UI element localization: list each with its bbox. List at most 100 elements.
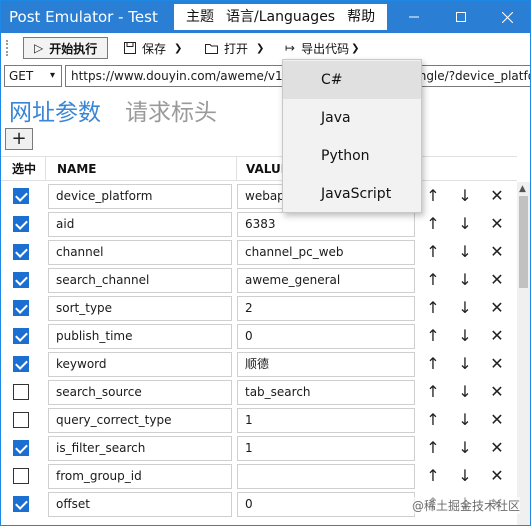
param-name-field[interactable]: offset [48, 492, 232, 517]
delete-row-button[interactable]: ✕ [486, 380, 508, 404]
row-checkbox[interactable] [13, 188, 29, 204]
table-row: keyword 顺德 ↑ ↓ ✕ [1, 350, 517, 378]
param-value-field[interactable] [237, 464, 415, 489]
row-checkbox[interactable] [13, 328, 29, 344]
delete-row-button[interactable]: ✕ [486, 352, 508, 376]
run-button[interactable]: ▷ 开始执行 [23, 37, 109, 59]
row-checkbox[interactable] [13, 496, 29, 512]
add-param-button[interactable]: + [5, 128, 33, 150]
row-checkbox[interactable] [13, 384, 29, 400]
delete-row-button[interactable]: ✕ [486, 268, 508, 292]
move-down-button[interactable]: ↓ [454, 352, 476, 376]
maximize-button[interactable] [438, 1, 484, 33]
row-checkbox[interactable] [13, 468, 29, 484]
move-down-button[interactable]: ↓ [454, 240, 476, 264]
move-up-button[interactable]: ↑ [422, 296, 444, 320]
param-name-field[interactable]: aid [48, 212, 232, 237]
param-name-field[interactable]: sort_type [48, 296, 232, 321]
row-checkbox[interactable] [13, 356, 29, 372]
delete-row-button[interactable]: ✕ [486, 436, 508, 460]
move-up-button[interactable]: ↑ [422, 212, 444, 236]
move-down-button[interactable]: ↓ [454, 212, 476, 236]
tab-url-params[interactable]: 网址参数 [9, 93, 101, 127]
move-down-button[interactable]: ↓ [454, 464, 476, 488]
param-value-field[interactable]: 6383 [237, 212, 415, 237]
column-divider[interactable] [236, 157, 237, 181]
param-value-field[interactable]: 1 [237, 408, 415, 433]
param-value-field[interactable]: channel_pc_web [237, 240, 415, 265]
move-down-button[interactable]: ↓ [454, 184, 476, 208]
table-row: from_group_id ↑ ↓ ✕ [1, 462, 517, 490]
params-table-header: 选中 NAME VALUE [1, 156, 517, 181]
row-checkbox[interactable] [13, 412, 29, 428]
scroll-up-icon[interactable]: ▲ [519, 184, 526, 194]
save-button[interactable]: 保存 ❯ [124, 37, 182, 59]
move-up-button[interactable]: ↑ [422, 240, 444, 264]
move-down-button[interactable]: ↓ [454, 408, 476, 432]
menu-item-javascript[interactable]: JavaScript [283, 175, 421, 213]
open-button[interactable]: 打开 ❯ [205, 37, 264, 59]
menu-item-python[interactable]: Python [283, 137, 421, 175]
row-checkbox[interactable] [13, 300, 29, 316]
row-checkbox[interactable] [13, 216, 29, 232]
param-value-field[interactable]: 2 [237, 296, 415, 321]
delete-row-button[interactable]: ✕ [486, 240, 508, 264]
delete-row-button[interactable]: ✕ [486, 296, 508, 320]
move-up-button[interactable]: ↑ [422, 184, 444, 208]
move-down-button[interactable]: ↓ [454, 268, 476, 292]
param-name-field[interactable]: search_source [48, 380, 232, 405]
row-checkbox[interactable] [13, 244, 29, 260]
move-down-button[interactable]: ↓ [454, 436, 476, 460]
move-up-button[interactable]: ↑ [422, 324, 444, 348]
delete-row-button[interactable]: ✕ [486, 324, 508, 348]
menu-theme[interactable]: 主题 [180, 4, 220, 30]
export-icon: ↦ [285, 41, 296, 55]
table-row: search_channel aweme_general ↑ ↓ ✕ [1, 266, 517, 294]
move-down-button[interactable]: ↓ [454, 324, 476, 348]
move-up-button[interactable]: ↑ [422, 352, 444, 376]
request-bar: GET ▾ https://www.douyin.com/aweme/v1/we… [1, 63, 530, 89]
move-down-button[interactable]: ↓ [454, 380, 476, 404]
move-up-button[interactable]: ↑ [422, 380, 444, 404]
param-name-field[interactable]: publish_time [48, 324, 232, 349]
menu-language[interactable]: 语言/Languages [220, 4, 341, 30]
delete-row-button[interactable]: ✕ [486, 184, 508, 208]
row-checkbox[interactable] [13, 272, 29, 288]
title-bar: Post Emulator - Test 主题 语言/Languages 帮助 [1, 1, 530, 33]
param-value-field[interactable]: 1 [237, 436, 415, 461]
delete-row-button[interactable]: ✕ [486, 212, 508, 236]
menu-help[interactable]: 帮助 [341, 4, 381, 30]
move-up-button[interactable]: ↑ [422, 464, 444, 488]
minimize-button[interactable] [391, 1, 437, 33]
param-value-field[interactable]: 0 [237, 324, 415, 349]
move-up-button[interactable]: ↑ [422, 268, 444, 292]
move-up-button[interactable]: ↑ [422, 436, 444, 460]
param-name-field[interactable]: channel [48, 240, 232, 265]
row-checkbox[interactable] [13, 440, 29, 456]
scroll-thumb[interactable] [519, 196, 528, 288]
column-divider[interactable] [45, 157, 46, 181]
param-name-field[interactable]: search_channel [48, 268, 232, 293]
param-name-field[interactable]: keyword [48, 352, 232, 377]
delete-row-button[interactable]: ✕ [486, 408, 508, 432]
param-value-field[interactable]: 顺德 [237, 352, 415, 377]
folder-icon [205, 43, 218, 54]
close-window-button[interactable] [484, 1, 530, 33]
move-up-button[interactable]: ↑ [422, 408, 444, 432]
param-name-field[interactable]: query_correct_type [48, 408, 232, 433]
vertical-scrollbar[interactable]: ▲ [517, 182, 530, 525]
export-code-button[interactable]: ↦ 导出代码 ❯ [285, 37, 359, 59]
tab-request-headers[interactable]: 请求标头 [125, 93, 217, 127]
menu-item-csharp[interactable]: C# [283, 61, 421, 99]
param-name-field[interactable]: device_platform [48, 184, 232, 209]
menu-item-java[interactable]: Java [283, 99, 421, 137]
param-name-field[interactable]: is_filter_search [48, 436, 232, 461]
method-select[interactable]: GET ▾ [4, 65, 62, 87]
param-value-field[interactable]: tab_search [237, 380, 415, 405]
delete-row-button[interactable]: ✕ [486, 464, 508, 488]
param-name-field[interactable]: from_group_id [48, 464, 232, 489]
param-value-field[interactable]: 0 [237, 492, 415, 517]
param-value-field[interactable]: aweme_general [237, 268, 415, 293]
toolbar-grip[interactable] [6, 40, 8, 56]
move-down-button[interactable]: ↓ [454, 296, 476, 320]
